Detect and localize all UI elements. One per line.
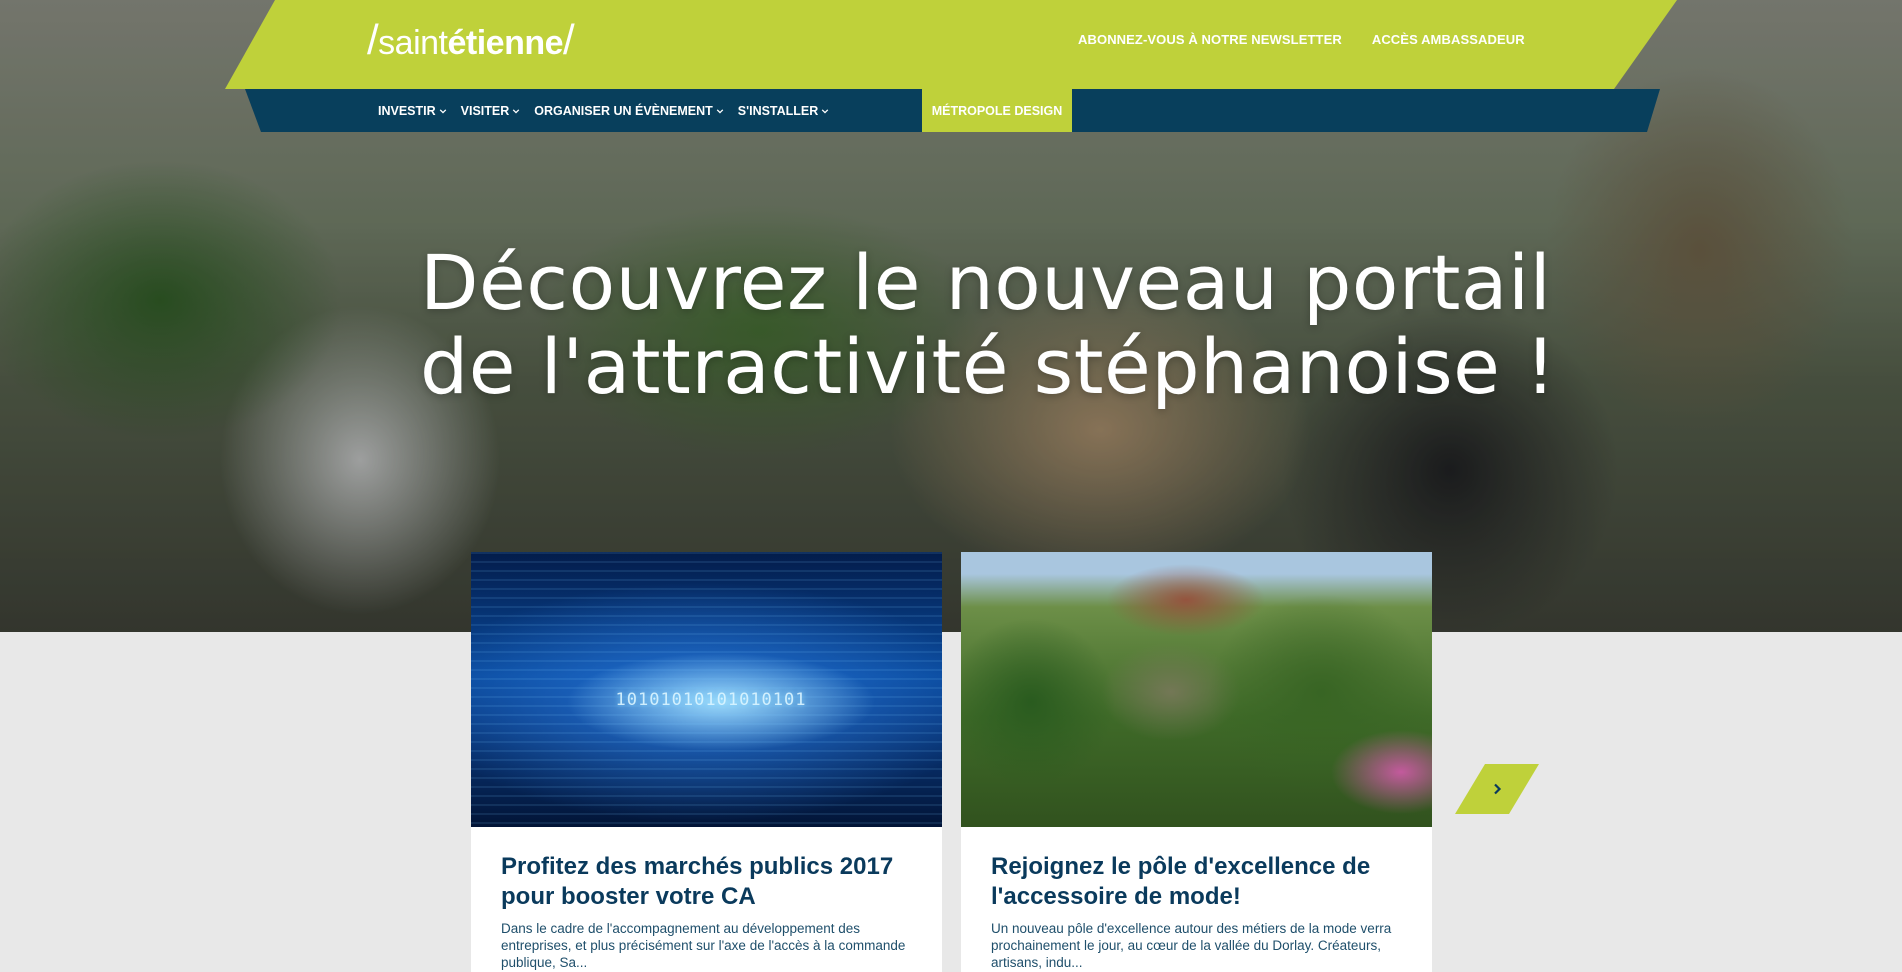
news-card[interactable]: Rejoignez le pôle d'excellence de l'acce… [961,552,1432,972]
card-excerpt: Un nouveau pôle d'excellence autour des … [991,921,1392,970]
nav-item-organiser[interactable]: ORGANISER UN ÉVÈNEMENT [534,104,724,118]
nav-item-label: VISITER [460,103,510,118]
hero-title: Découvrez le nouveau portail de l'attrac… [420,237,1560,411]
chevron-down-icon [822,108,829,114]
nav-item-installer[interactable]: S'INSTALLER [738,104,830,118]
logo-text-light: saint [378,24,448,62]
newsletter-link[interactable]: ABONNEZ-VOUS À NOTRE NEWSLETTER [1078,32,1342,47]
nav-item-label: ORGANISER UN ÉVÈNEMENT [534,103,713,118]
hero-title-line-1: Découvrez le nouveau portail [420,237,1552,327]
logo-slash-right: / [563,16,575,63]
chevron-down-icon [513,108,520,114]
news-card[interactable]: 10101010101010101 Profitez des marchés p… [471,552,942,972]
binary-data-image: 10101010101010101 [471,552,942,827]
chevron-down-icon [439,108,446,114]
nav-item-visiter[interactable]: VISITER [461,104,521,118]
card-title[interactable]: Profitez des marchés publics 2017 pour b… [501,852,921,912]
chevron-right-icon [1494,783,1502,795]
nav-item-metropole-design[interactable]: MÉTROPOLE DESIGN [922,89,1072,132]
logo-slash-left: / [367,16,379,63]
top-links: ABONNEZ-VOUS À NOTRE NEWSLETTER ACCÈS AM… [1078,32,1525,47]
ambassador-access-link[interactable]: ACCÈS AMBASSADEUR [1372,32,1525,47]
site-logo[interactable]: /saintétienne/ [367,12,575,68]
card-body: Rejoignez le pôle d'excellence de l'acce… [991,852,1411,971]
carousel-next-button[interactable] [1455,764,1539,814]
binary-digits-text: 10101010101010101 [615,690,807,710]
card-excerpt: Dans le cadre de l'accompagnement au dév… [501,921,906,970]
logo-text-bold: étienne [447,24,564,62]
main-navigation: INVESTIR VISITER ORGANISER UN ÉVÈNEMENT … [378,89,829,132]
chevron-down-icon [716,108,724,114]
nav-item-investir[interactable]: INVESTIR [378,104,447,118]
hero-title-line-2: de l'attractivité stéphanoise ! [420,321,1557,411]
mill-landscape-image [961,552,1432,827]
nav-item-label: INVESTIR [378,103,436,118]
card-body: Profitez des marchés publics 2017 pour b… [501,852,921,971]
nav-item-label: S'INSTALLER [737,103,819,118]
card-title[interactable]: Rejoignez le pôle d'excellence de l'acce… [991,852,1411,912]
